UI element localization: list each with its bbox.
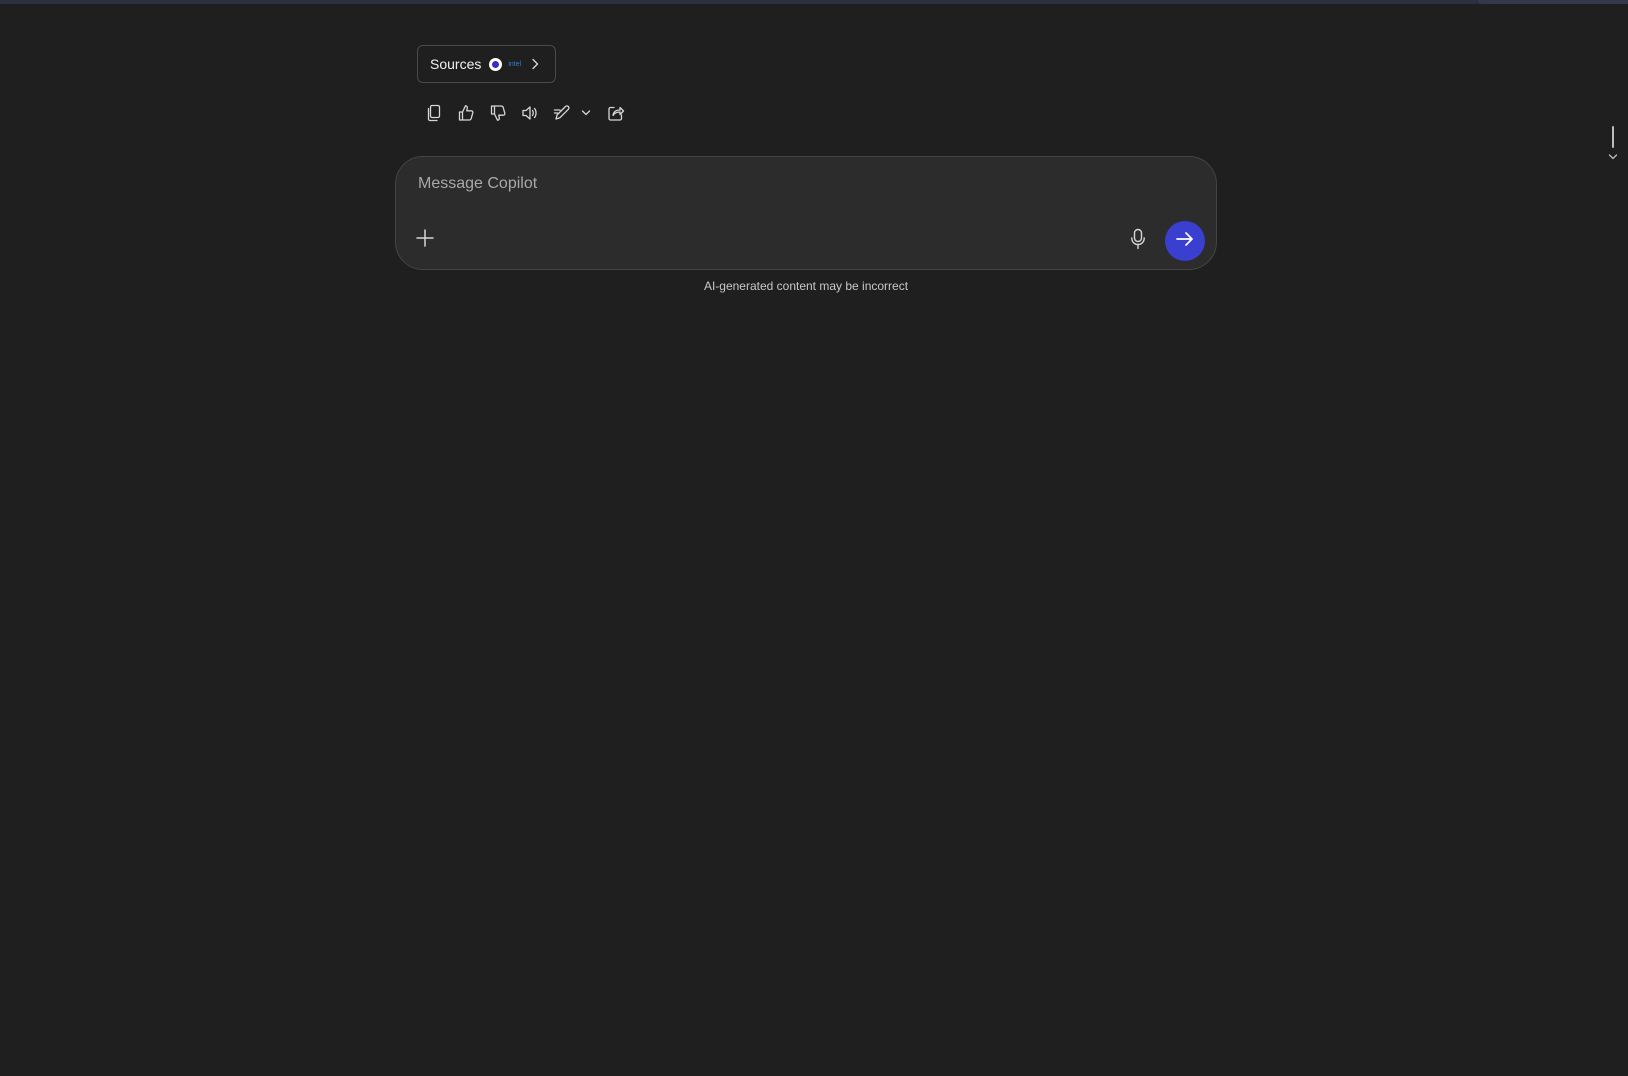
chevron-down-icon [1608, 148, 1618, 166]
source-brand-label: intel [508, 60, 522, 68]
arrow-right-icon [1175, 230, 1195, 253]
message-composer [395, 156, 1217, 270]
copy-icon [426, 104, 442, 122]
edit-icon [553, 104, 571, 122]
scroll-bar [1612, 126, 1614, 148]
rewrite-button[interactable] [546, 100, 578, 126]
add-attachment-button[interactable] [412, 227, 438, 253]
sources-button[interactable]: Sources intel [417, 45, 557, 83]
chevron-down-icon [581, 109, 591, 117]
top-edge-strip [0, 0, 1628, 4]
source-favicon-icon [489, 57, 503, 71]
share-button[interactable] [600, 100, 632, 126]
microphone-button[interactable] [1124, 227, 1152, 255]
thumbs-down-icon [489, 104, 507, 122]
copy-button[interactable] [418, 100, 450, 126]
thumbs-up-icon [457, 104, 475, 122]
read-aloud-button[interactable] [514, 100, 546, 126]
chevron-right-icon [529, 58, 541, 70]
thumbs-down-button[interactable] [482, 100, 514, 126]
send-button[interactable] [1165, 221, 1205, 261]
speaker-icon [521, 104, 539, 122]
scroll-to-bottom-button[interactable] [1606, 126, 1620, 160]
message-input[interactable] [416, 171, 1180, 197]
ai-disclaimer: AI-generated content may be incorrect [703, 279, 909, 293]
rewrite-options-dropdown[interactable] [578, 100, 594, 126]
sources-label: Sources [430, 56, 482, 72]
message-actions-toolbar [418, 100, 632, 126]
plus-icon [415, 228, 435, 253]
thumbs-up-button[interactable] [450, 100, 482, 126]
share-icon [607, 104, 625, 122]
microphone-icon [1130, 228, 1146, 255]
